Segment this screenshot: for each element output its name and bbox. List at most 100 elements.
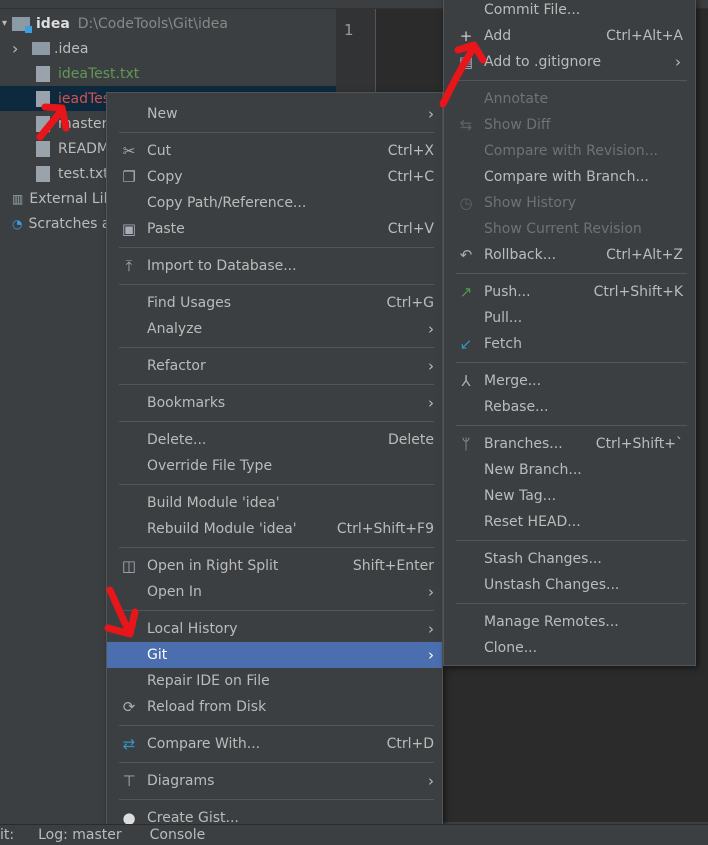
menu-item-cut[interactable]: ✂ Cut Ctrl+X xyxy=(107,138,442,164)
chevron-right-icon: › xyxy=(675,53,681,71)
menu-item-diagrams[interactable]: ⊤ Diagrams › xyxy=(107,768,442,794)
menu-item-commit-file[interactable]: Commit File... xyxy=(444,0,695,23)
chevron-right-icon: › xyxy=(428,105,434,123)
menu-item-copy-path-reference[interactable]: Copy Path/Reference... xyxy=(107,190,442,216)
menu-item-find-usages[interactable]: Find Usages Ctrl+G xyxy=(107,290,442,316)
menu-item-label: Show History xyxy=(484,195,577,211)
menu-item-stash-changes[interactable]: Stash Changes... xyxy=(444,546,695,572)
branch-icon: ᛘ xyxy=(461,435,471,453)
tree-root[interactable]: ▾ idea D:\CodeTools\Git\idea xyxy=(0,11,336,36)
menu-item-rebuild-module-idea[interactable]: Rebuild Module 'idea' Ctrl+Shift+F9 xyxy=(107,516,442,542)
menu-item-compare-with-revision: Compare with Revision... xyxy=(444,138,695,164)
chevron-right-icon: › xyxy=(428,357,434,375)
git-tab-label[interactable]: it: xyxy=(0,827,14,843)
menu-item-analyze[interactable]: Analyze › xyxy=(107,316,442,342)
menu-item-label: Commit File... xyxy=(484,2,581,18)
menu-item-show-history: ◷ Show History xyxy=(444,190,695,216)
shortcut-label: Ctrl+Shift+K xyxy=(593,284,683,300)
chevron-right-icon: › xyxy=(428,620,434,638)
menu-item-label: Merge... xyxy=(484,373,542,389)
shortcut-label: Ctrl+Shift+` xyxy=(595,436,683,452)
menu-item-copy[interactable]: ❐ Copy Ctrl+C xyxy=(107,164,442,190)
menu-item-rollback[interactable]: ↶ Rollback... Ctrl+Alt+Z xyxy=(444,242,695,268)
menu-item-label: Refactor xyxy=(147,358,206,374)
tree-item-ideatest-txt[interactable]: ideaTest.txt xyxy=(0,61,336,86)
clock-icon: ◷ xyxy=(459,194,473,212)
menu-item-fetch[interactable]: ↙ Fetch xyxy=(444,331,695,357)
menu-item-label: Clone... xyxy=(484,640,538,656)
menu-item-bookmarks[interactable]: Bookmarks › xyxy=(107,390,442,416)
log-tab[interactable]: Log: master xyxy=(38,827,122,843)
menu-item-local-history[interactable]: Local History › xyxy=(107,616,442,642)
status-bar: it: Log: master Console xyxy=(0,824,708,845)
chevron-right-icon: › xyxy=(428,772,434,790)
menu-item-label: Add to .gitignore xyxy=(484,54,602,70)
compare-icon: ⇄ xyxy=(122,735,136,753)
chevron-right-icon: › xyxy=(428,320,434,338)
chevron-right-icon: › xyxy=(428,583,434,601)
menu-item-merge[interactable]: ⅄ Merge... xyxy=(444,368,695,394)
menu-item-push[interactable]: ↗ Push... Ctrl+Shift+K xyxy=(444,279,695,305)
menu-separator xyxy=(107,479,442,490)
tree-item-idea[interactable]: › .idea xyxy=(0,36,336,61)
menu-item-label: Annotate xyxy=(484,91,549,107)
menu-separator xyxy=(107,416,442,427)
menu-separator xyxy=(444,598,695,609)
menu-separator xyxy=(107,542,442,553)
menu-item-delete[interactable]: Delete... Delete xyxy=(107,427,442,453)
menu-item-add[interactable]: + Add Ctrl+Alt+A xyxy=(444,23,695,49)
menu-item-rebase[interactable]: Rebase... xyxy=(444,394,695,420)
menu-item-clone[interactable]: Clone... xyxy=(444,635,695,661)
menu-item-compare-with[interactable]: ⇄ Compare With... Ctrl+D xyxy=(107,731,442,757)
menu-item-add-to-gitignore[interactable]: ▤ Add to .gitignore › xyxy=(444,49,695,75)
chevron-down-icon[interactable]: ▾ xyxy=(2,18,12,29)
diagram-icon: ⊤ xyxy=(122,772,136,790)
chevron-right-icon[interactable]: › xyxy=(12,39,32,58)
menu-item-import-to-database[interactable]: ⤒ Import to Database... xyxy=(107,253,442,279)
menu-item-label: Show Current Revision xyxy=(484,221,642,237)
menu-item-build-module-idea[interactable]: Build Module 'idea' xyxy=(107,490,442,516)
menu-item-label: Show Diff xyxy=(484,117,551,133)
menu-item-label: Import to Database... xyxy=(147,258,297,274)
text-file-icon xyxy=(36,115,50,132)
menu-item-label: Stash Changes... xyxy=(484,551,602,567)
diff-icon: ⇆ xyxy=(459,116,473,134)
folder-icon xyxy=(32,42,50,55)
menu-item-label: Override File Type xyxy=(147,458,273,474)
menu-item-new-branch[interactable]: New Branch... xyxy=(444,457,695,483)
menu-item-refactor[interactable]: Refactor › xyxy=(107,353,442,379)
tree-item-label: test.txt xyxy=(58,165,109,182)
menu-item-compare-with-branch[interactable]: Compare with Branch... xyxy=(444,164,695,190)
menu-separator xyxy=(107,127,442,138)
menu-item-label: Bookmarks xyxy=(147,395,226,411)
menu-separator xyxy=(107,279,442,290)
menu-item-repair-ide-on-file[interactable]: Repair IDE on File xyxy=(107,668,442,694)
menu-item-reload-from-disk[interactable]: ⟳ Reload from Disk xyxy=(107,694,442,720)
menu-item-new-tag[interactable]: New Tag... xyxy=(444,483,695,509)
menu-item-open-in[interactable]: Open In › xyxy=(107,579,442,605)
menu-separator xyxy=(107,757,442,768)
undo-icon: ↶ xyxy=(459,246,473,264)
menu-item-open-in-right-split[interactable]: ◫ Open in Right Split Shift+Enter xyxy=(107,553,442,579)
menu-item-label: Cut xyxy=(147,143,172,159)
menu-item-label: Compare With... xyxy=(147,736,261,752)
menu-item-pull[interactable]: Pull... xyxy=(444,305,695,331)
menu-item-manage-remotes[interactable]: Manage Remotes... xyxy=(444,609,695,635)
menu-item-label: Reset HEAD... xyxy=(484,514,581,530)
menu-item-paste[interactable]: ▣ Paste Ctrl+V xyxy=(107,216,442,242)
menu-item-label: New xyxy=(147,106,178,122)
shortcut-label: Ctrl+Alt+A xyxy=(606,28,683,44)
menu-item-label: Manage Remotes... xyxy=(484,614,619,630)
shortcut-label: Ctrl+D xyxy=(386,736,434,752)
menu-item-label: New Tag... xyxy=(484,488,557,504)
menu-item-branches[interactable]: ᛘ Branches... Ctrl+Shift+` xyxy=(444,431,695,457)
menu-item-label: Build Module 'idea' xyxy=(147,495,280,511)
menu-item-reset-head[interactable]: Reset HEAD... xyxy=(444,509,695,535)
console-tab[interactable]: Console xyxy=(150,827,206,843)
menu-item-override-file-type[interactable]: Override File Type xyxy=(107,453,442,479)
merge-icon: ⅄ xyxy=(461,372,471,390)
menu-item-git[interactable]: Git › xyxy=(107,642,442,668)
menu-item-new[interactable]: New › xyxy=(107,101,442,127)
menu-item-unstash-changes[interactable]: Unstash Changes... xyxy=(444,572,695,598)
menu-item-annotate: Annotate xyxy=(444,86,695,112)
